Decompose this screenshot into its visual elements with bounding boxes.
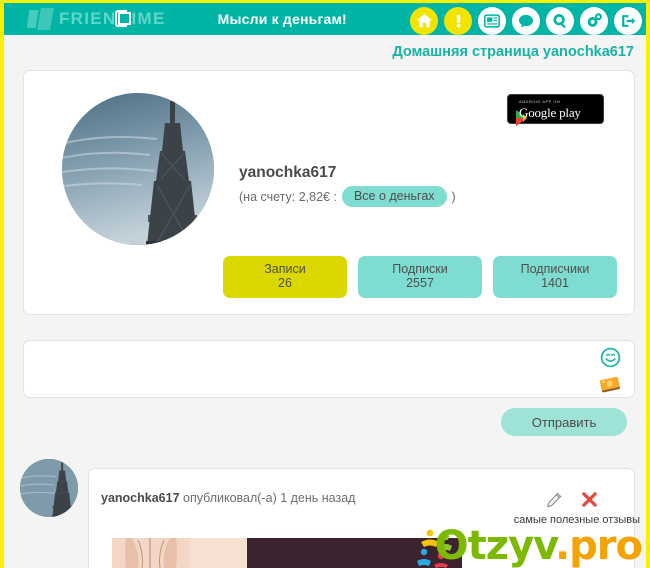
search-icon — [551, 12, 569, 30]
google-play-badge[interactable]: ANDROID APP ON Google play — [507, 94, 604, 126]
nav-settings-button[interactable] — [580, 6, 608, 35]
stat-following-label: Подписки — [392, 262, 448, 276]
google-play-small-text: ANDROID APP ON — [519, 98, 561, 104]
watermark-brand-green: Otzyv — [434, 523, 556, 568]
logout-icon — [619, 12, 637, 30]
logo-mark-icon — [26, 8, 54, 30]
post-composer — [23, 340, 635, 398]
profile-balance-row: (на счету: 2,82€ : Все о деньгах ) — [239, 186, 456, 207]
profile-card: yanochka617 (на счету: 2,82€ : Все о ден… — [23, 70, 635, 315]
smiley-icon[interactable] — [600, 347, 621, 373]
watermark: самые полезные отзывы Otzyv.pro — [410, 506, 643, 568]
nav-icon-group — [410, 3, 642, 38]
stat-posts-button[interactable]: Записи 26 — [223, 256, 347, 298]
profile-stats: Записи 26 Подписки 2557 Подписчики 1401 — [223, 256, 617, 298]
top-navigation-bar: FRIEN IME Мысли к деньгам! — [4, 0, 646, 38]
watermark-brand: Otzyv.pro — [434, 523, 643, 568]
stat-followers-label: Подписчики — [520, 262, 590, 276]
site-logo[interactable]: FRIEN IME — [26, 8, 166, 30]
page-root: FRIEN IME Мысли к деньгам! Домашняя стра… — [0, 0, 650, 568]
post-composer-input[interactable] — [36, 349, 596, 391]
settings-icon — [585, 11, 604, 30]
nav-alert-button[interactable] — [444, 6, 472, 35]
logo-wordmark: FRIEN IME — [59, 9, 166, 29]
post-timestamp: 1 день назад — [280, 491, 356, 505]
stat-followers-button[interactable]: Подписчики 1401 — [493, 256, 617, 298]
nav-search-button[interactable] — [546, 6, 574, 35]
stat-following-button[interactable]: Подписки 2557 — [358, 256, 482, 298]
all-about-money-button[interactable]: Все о деньгах — [341, 186, 447, 207]
composer-tools — [599, 347, 622, 400]
chat-icon — [517, 12, 535, 30]
post-author-name: yanochka617 — [101, 491, 180, 505]
sticker-icon[interactable] — [599, 375, 622, 400]
site-slogan: Мысли к деньгам! — [217, 11, 347, 27]
logo-text-part2: IME — [131, 9, 166, 28]
google-play-text: ANDROID APP ON Google play — [519, 98, 581, 120]
home-icon — [416, 12, 433, 29]
post-author-avatar[interactable] — [20, 459, 78, 517]
logo-d-glyph — [114, 10, 131, 27]
nav-logout-button[interactable] — [614, 6, 642, 35]
post-image[interactable] — [112, 538, 247, 568]
balance-text: (на счету: 2,82€ : — [239, 189, 337, 204]
alert-icon — [450, 12, 467, 29]
stat-posts-value: 26 — [278, 276, 292, 291]
post-header: yanochka617 опубликовал(-а) 1 день назад — [101, 491, 355, 505]
stat-following-value: 2557 — [406, 276, 434, 291]
stat-posts-label: Записи — [264, 262, 306, 276]
feed-icon — [483, 12, 501, 30]
stat-followers-value: 1401 — [541, 276, 569, 291]
google-play-big-text: Google play — [519, 104, 581, 120]
nav-feed-button[interactable] — [478, 6, 506, 35]
avatar[interactable] — [62, 93, 214, 245]
nav-home-button[interactable] — [410, 6, 438, 35]
page-title: Домашняя страница yanochka617 — [392, 44, 634, 60]
nav-chat-button[interactable] — [512, 6, 540, 35]
post-action-text: опубликовал(-а) — [179, 491, 281, 505]
balance-close-paren: ) — [451, 189, 456, 204]
watermark-brand-orange: .pro — [554, 523, 643, 568]
profile-username: yanochka617 — [239, 164, 337, 181]
logo-text-part1: FRIEN — [59, 9, 117, 28]
send-post-button[interactable]: Отправить — [501, 408, 627, 436]
